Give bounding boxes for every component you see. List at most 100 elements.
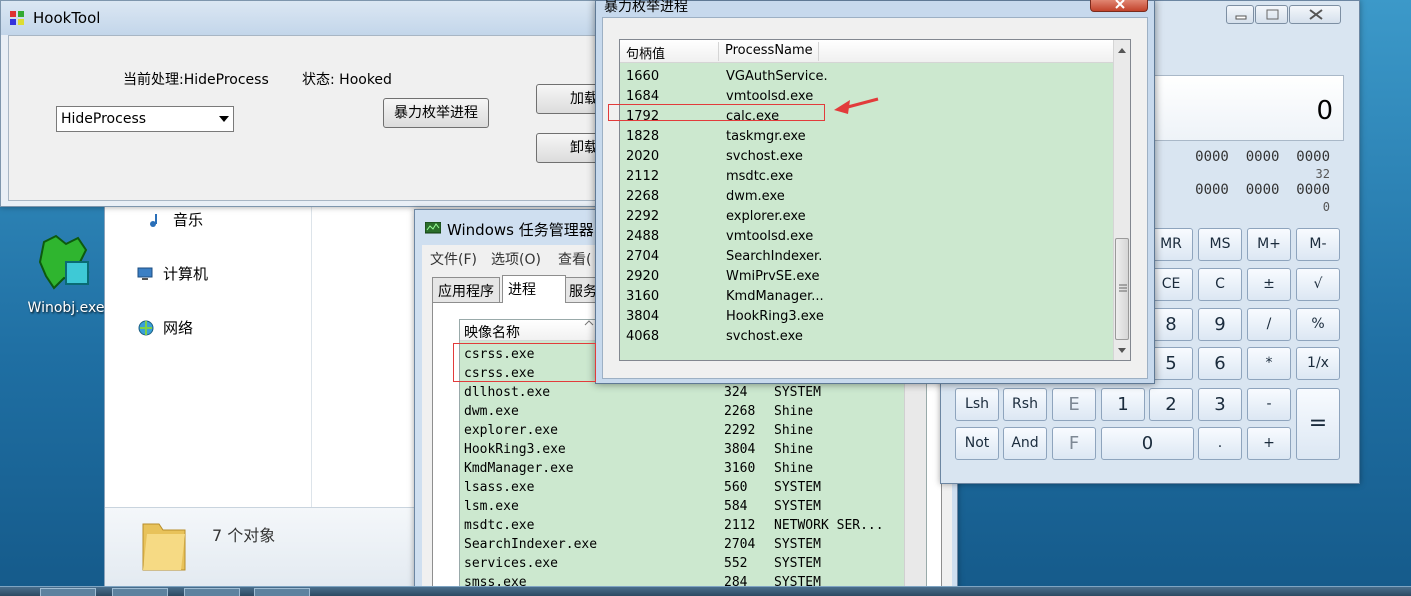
key-multiply[interactable]: * bbox=[1247, 347, 1291, 380]
key-plus[interactable]: + bbox=[1247, 427, 1291, 460]
process-combo[interactable]: HideProcess bbox=[56, 106, 234, 132]
key-1[interactable]: 1 bbox=[1101, 388, 1145, 421]
binary-bit-32: 32 bbox=[1315, 167, 1330, 181]
table-row[interactable]: services.exe 552 SYSTEM bbox=[460, 554, 926, 573]
column-separator[interactable] bbox=[718, 42, 719, 61]
chevron-down-icon[interactable] bbox=[219, 116, 229, 122]
minimize-button[interactable] bbox=[1226, 5, 1254, 24]
key-c[interactable]: C bbox=[1198, 268, 1242, 301]
table-row[interactable]: dllhost.exe 324 SYSTEM bbox=[460, 383, 926, 402]
key-m-plus[interactable]: M+ bbox=[1247, 228, 1291, 261]
key-plus-minus[interactable]: ± bbox=[1247, 268, 1291, 301]
process-user: Shine bbox=[774, 442, 814, 457]
enum-list-scrollbar[interactable] bbox=[1113, 40, 1130, 360]
explorer-splitter[interactable] bbox=[311, 181, 312, 507]
enum-dialog-client: 句柄值 ProcessName 1660 VGAuthService. 1684 vm… bbox=[602, 17, 1148, 379]
key-minus[interactable]: - bbox=[1247, 388, 1291, 421]
menu-file[interactable]: 文件(F) bbox=[430, 249, 477, 269]
key-6[interactable]: 6 bbox=[1198, 347, 1242, 380]
enum-process-button[interactable]: 暴力枚举进程 bbox=[383, 98, 489, 128]
handle-value: 2292 bbox=[626, 209, 660, 224]
key-dot[interactable]: . bbox=[1198, 427, 1242, 460]
key-not[interactable]: Not bbox=[955, 427, 999, 460]
key-5[interactable]: 5 bbox=[1149, 347, 1193, 380]
binary-row-1: 0000 0000 0000 bbox=[1195, 149, 1330, 165]
key-m-minus[interactable]: M- bbox=[1296, 228, 1340, 261]
table-row[interactable]: lsm.exe 584 SYSTEM bbox=[460, 497, 926, 516]
list-item[interactable]: 2920 WmiPrvSE.exe bbox=[620, 266, 1114, 286]
hooktool-titlebar[interactable]: HookTool bbox=[1, 1, 616, 35]
menu-options[interactable]: 选项(O) bbox=[491, 249, 541, 269]
list-item[interactable]: 4068 svchost.exe bbox=[620, 326, 1114, 346]
key-8[interactable]: 8 bbox=[1149, 308, 1193, 341]
list-item[interactable]: 2268 dwm.exe bbox=[620, 186, 1114, 206]
table-row[interactable]: HookRing3.exe 3804 Shine bbox=[460, 440, 926, 459]
column-separator[interactable] bbox=[818, 42, 819, 61]
list-item[interactable]: 1660 VGAuthService. bbox=[620, 66, 1114, 86]
column-process-name[interactable]: ProcessName bbox=[725, 43, 813, 58]
key-0[interactable]: 0 bbox=[1101, 427, 1194, 460]
taskbar-button[interactable] bbox=[184, 588, 240, 596]
process-name: taskmgr.exe bbox=[726, 129, 806, 144]
close-button[interactable] bbox=[1289, 5, 1341, 24]
desktop-icon-winobj[interactable]: Winobj.exe bbox=[24, 232, 108, 316]
list-item[interactable]: 1828 taskmgr.exe bbox=[620, 126, 1114, 146]
key-2[interactable]: 2 bbox=[1149, 388, 1193, 421]
table-row[interactable]: explorer.exe 2292 Shine bbox=[460, 421, 926, 440]
nav-item-computer[interactable]: 计算机 bbox=[137, 263, 208, 284]
column-image-name[interactable]: 映像名称 bbox=[464, 322, 520, 342]
tab-processes[interactable]: 进程 bbox=[502, 275, 566, 303]
enum-dialog-close-button[interactable] bbox=[1090, 0, 1148, 12]
maximize-button[interactable] bbox=[1255, 5, 1288, 24]
scroll-down-arrow[interactable] bbox=[1118, 348, 1126, 353]
key-reciprocal[interactable]: 1/x bbox=[1296, 347, 1340, 380]
taskbar-button[interactable] bbox=[112, 588, 168, 596]
nav-item-label: 音乐 bbox=[173, 211, 204, 229]
key-e[interactable]: E bbox=[1052, 388, 1096, 421]
tab-applications[interactable]: 应用程序 bbox=[432, 277, 500, 302]
column-handle[interactable]: 句柄值 bbox=[626, 43, 665, 62]
key-9[interactable]: 9 bbox=[1198, 308, 1242, 341]
key-mr[interactable]: MR bbox=[1149, 228, 1193, 261]
nav-item-network[interactable]: 网络 bbox=[137, 317, 193, 338]
process-pid: 3804 bbox=[724, 442, 756, 457]
key-percent[interactable]: % bbox=[1296, 308, 1340, 341]
key-f[interactable]: F bbox=[1052, 427, 1096, 460]
list-item[interactable]: 2704 SearchIndexer. bbox=[620, 246, 1114, 266]
process-user: SYSTEM bbox=[774, 556, 821, 571]
key-divide[interactable]: / bbox=[1247, 308, 1291, 341]
key-rsh[interactable]: Rsh bbox=[1003, 388, 1047, 421]
table-row[interactable]: msdtc.exe 2112 NETWORK SER... bbox=[460, 516, 926, 535]
key-equals[interactable]: = bbox=[1296, 388, 1340, 460]
taskbar-button[interactable] bbox=[254, 588, 310, 596]
table-row[interactable]: SearchIndexer.exe 2704 SYSTEM bbox=[460, 535, 926, 554]
handle-value: 2112 bbox=[626, 169, 660, 184]
key-ms[interactable]: MS bbox=[1198, 228, 1242, 261]
list-item[interactable]: 3160 KmdManager... bbox=[620, 286, 1114, 306]
key-lsh[interactable]: Lsh bbox=[955, 388, 999, 421]
enum-process-list[interactable]: 句柄值 ProcessName 1660 VGAuthService. 1684 vm… bbox=[619, 39, 1131, 361]
menu-view[interactable]: 查看( bbox=[558, 249, 591, 269]
list-item[interactable]: 2112 msdtc.exe bbox=[620, 166, 1114, 186]
list-item[interactable]: 2020 svchost.exe bbox=[620, 146, 1114, 166]
close-icon bbox=[1309, 9, 1323, 20]
table-row[interactable]: lsass.exe 560 SYSTEM bbox=[460, 478, 926, 497]
process-name: WmiPrvSE.exe bbox=[726, 269, 820, 284]
key-and[interactable]: And bbox=[1003, 427, 1047, 460]
table-row[interactable]: dwm.exe 2268 Shine bbox=[460, 402, 926, 421]
list-item[interactable]: 3804 HookRing3.exe bbox=[620, 306, 1114, 326]
list-item[interactable]: 2292 explorer.exe bbox=[620, 206, 1114, 226]
scroll-thumb[interactable] bbox=[1115, 238, 1129, 340]
list-item[interactable]: 2488 vmtoolsd.exe bbox=[620, 226, 1114, 246]
key-ce[interactable]: CE bbox=[1149, 268, 1193, 301]
key-3[interactable]: 3 bbox=[1198, 388, 1242, 421]
scroll-up-arrow[interactable] bbox=[1118, 48, 1126, 53]
taskbar-button[interactable] bbox=[40, 588, 96, 596]
process-name: KmdManager... bbox=[726, 289, 824, 304]
key-sqrt[interactable]: √ bbox=[1296, 268, 1340, 301]
table-row[interactable]: KmdManager.exe 3160 Shine bbox=[460, 459, 926, 478]
red-arrow-icon bbox=[834, 97, 879, 114]
handle-value: 3160 bbox=[626, 289, 660, 304]
process-image-name: SearchIndexer.exe bbox=[464, 537, 598, 552]
nav-item-music[interactable]: 音乐 bbox=[147, 209, 203, 230]
